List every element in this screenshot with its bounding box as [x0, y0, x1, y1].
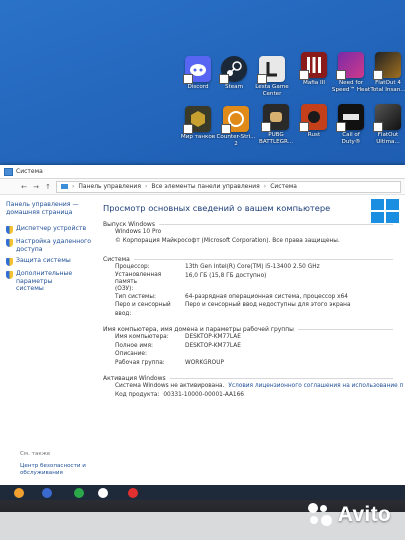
system-protection-link[interactable]: Защита системы [6, 257, 95, 266]
breadcrumb-item[interactable]: Панель управления [78, 183, 141, 190]
shield-icon [6, 239, 13, 247]
mir-tankov-icon [183, 106, 211, 134]
pubg-icon [261, 104, 289, 132]
system-header: Система [103, 256, 403, 263]
desktop-icon-flatout-ultimate[interactable]: FlatOut Ultima... [366, 104, 405, 146]
shield-icon [6, 271, 13, 279]
forward-arrow-icon[interactable]: → [32, 183, 40, 191]
system-row: Установленная память (ОЗУ): 16,0 ГБ (15,8… [115, 271, 267, 292]
discord-icon [183, 56, 211, 84]
up-arrow-icon[interactable]: ↑ [44, 183, 52, 191]
remote-settings-link[interactable]: Настройка удаленного доступа [6, 238, 95, 253]
shield-icon [6, 258, 13, 266]
system-row: Процессор: 13th Gen Intel(R) Core(TM) i5-… [115, 264, 320, 270]
main-pane: Просмотр основных сведений о вашем компь… [103, 203, 403, 399]
call-of-duty-icon [336, 104, 364, 132]
steam-icon [219, 56, 247, 84]
advanced-settings-link[interactable]: Дополнительные параметры системы [6, 270, 95, 293]
rust-icon [299, 104, 327, 132]
computer-row: Описание: [115, 351, 147, 357]
taskbar-app-icon[interactable] [42, 488, 52, 498]
link-label: Дополнительные параметры системы [16, 270, 73, 292]
taskbar-app-icon[interactable] [128, 488, 138, 498]
copyright-text: © Корпорация Майкрософт (Microsoft Corpo… [115, 238, 340, 244]
yandex-browser-icon[interactable] [98, 488, 108, 498]
system-row: Перо и сенсорный ввод: Перо и сенсорный в… [115, 302, 351, 317]
window-titlebar[interactable]: Система [0, 165, 405, 179]
control-panel-home-link[interactable]: Панель управления — домашняя страница [6, 201, 95, 217]
window-title: Система [16, 168, 43, 175]
device-manager-link[interactable]: Диспетчер устройств [6, 225, 95, 234]
taskbar-app-icon[interactable] [74, 488, 84, 498]
breadcrumb-item[interactable]: Все элементы панели управления [151, 183, 259, 190]
nfs-heat-icon [336, 52, 364, 80]
desktop-icon-label: FlatOut 4 Total Insan... [370, 80, 405, 93]
desktop-icon-lesta[interactable]: Lesta Game Center [250, 56, 294, 98]
license-terms-link[interactable]: Условия лицензионного соглашения на испо… [228, 382, 403, 391]
desktop-icon-flatout4[interactable]: FlatOut 4 Total Insan... [366, 52, 405, 94]
lesta-icon [257, 56, 285, 84]
avito-logo-icon [307, 503, 332, 527]
left-pane: Панель управления — домашняя страница Ди… [0, 195, 95, 500]
system-window: Система ← → ↑ › Панель управления › Все … [0, 165, 405, 500]
activation-row: Система Windows не активирована. Условия… [103, 382, 403, 391]
mafia-icon [299, 52, 327, 80]
edition-name: Windows 10 Pro [115, 229, 162, 235]
link-label: Защита системы [16, 257, 71, 264]
flatout4-icon [373, 52, 401, 80]
computer-name-header: Имя компьютера, имя домена и параметры р… [103, 326, 403, 333]
computer-row: Полное имя: DESKTOP-KM77LAE [115, 342, 241, 349]
control-panel-icon [61, 184, 68, 189]
edition-header: Выпуск Windows [103, 221, 403, 228]
desktop-icon-label: FlatOut Ultima... [376, 132, 400, 145]
back-arrow-icon[interactable]: ← [20, 183, 28, 191]
address-bar: ← → ↑ › Панель управления › Все элементы… [0, 179, 405, 195]
computer-row: Имя компьютера: DESKTOP-KM77LAE [115, 334, 241, 340]
activation-status: Система Windows не активирована. [115, 383, 225, 389]
desktop-icon-cs2[interactable]: Counter-Stri... 2 [214, 106, 258, 148]
computer-row: Рабочая группа: WORKGROUP [115, 359, 224, 366]
page-title: Просмотр основных сведений о вашем компь… [103, 203, 331, 213]
breadcrumb-item[interactable]: Система [270, 183, 297, 190]
monitor-screen: Discord Steam Lesta Game Center Mafia II… [0, 0, 405, 500]
desktop-icon-label: Lesta Game Center [255, 84, 289, 97]
shield-icon [6, 226, 13, 234]
counter-strike-icon [221, 106, 249, 134]
desktop-icon-label: Counter-Stri... 2 [216, 134, 256, 147]
watermark-text: Avito [337, 503, 391, 526]
link-label: Настройка удаленного доступа [16, 238, 92, 253]
avito-watermark: Avito [307, 500, 391, 530]
see-also-heading: См. также [20, 451, 51, 457]
computer-icon [4, 167, 13, 176]
flatout-ultimate-icon [373, 104, 401, 132]
activation-header: Активация Windows [103, 375, 403, 382]
security-center-link[interactable]: Центр безопасности и обслуживания [20, 463, 86, 477]
product-code-row: Код продукта: 00331-10000-00001-AA166 [103, 391, 403, 400]
product-code: 00331-10000-00001-AA166 [163, 391, 244, 398]
taskbar [0, 485, 405, 500]
windows-logo-icon [371, 199, 401, 225]
system-row: Тип системы: 64-разрядная операционная си… [115, 293, 348, 300]
taskbar-app-icon[interactable] [14, 488, 24, 498]
link-label: Диспетчер устройств [16, 225, 87, 232]
breadcrumb[interactable]: › Панель управления › Все элементы панел… [56, 180, 401, 193]
